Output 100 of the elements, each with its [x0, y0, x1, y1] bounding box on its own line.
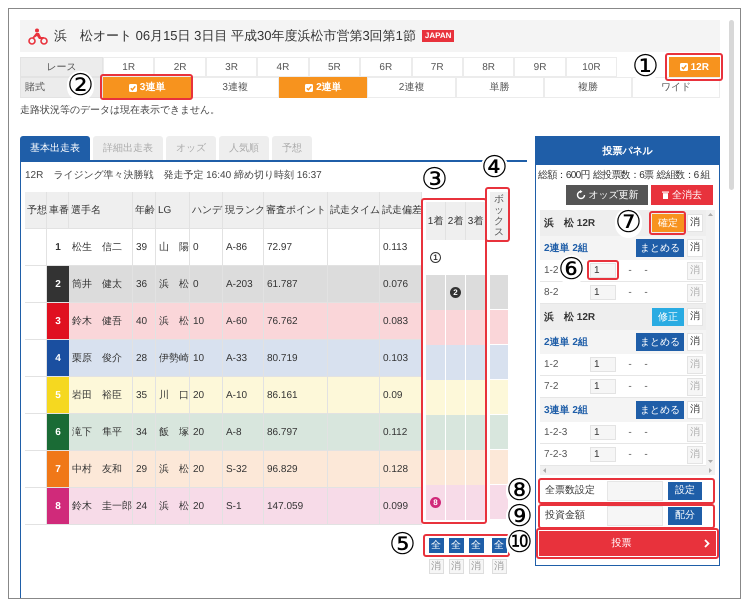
race-tab[interactable]: 1R	[103, 57, 154, 77]
table-cell	[446, 415, 466, 450]
scrollbar[interactable]	[706, 210, 715, 466]
bet-type-label: 3連単 2組	[544, 404, 588, 418]
scrollbar[interactable]	[729, 20, 734, 190]
table-cell: 72.97	[264, 229, 328, 266]
merge-button[interactable]: まとめる	[636, 401, 684, 419]
panel-title: 投票パネル	[536, 137, 719, 165]
amount-field[interactable]: 1	[590, 357, 616, 372]
bet-type-tab[interactable]: 3連複	[191, 77, 280, 98]
table-cell-text: -	[627, 380, 633, 394]
table-cell: 0	[190, 229, 223, 266]
scroll-up-icon[interactable]	[708, 213, 713, 216]
race-tab[interactable]: 5R	[308, 57, 360, 77]
scroll-right-icon[interactable]	[709, 468, 712, 473]
highlight-frame	[649, 211, 686, 235]
trash-icon	[662, 191, 669, 199]
select-all-button[interactable]: 全	[448, 538, 464, 553]
table-cell	[446, 380, 466, 415]
table-cell	[466, 380, 486, 415]
table-cell: 浜 松	[156, 266, 190, 303]
select-all-button[interactable]: 全	[492, 538, 506, 553]
summary-text: 総投票数：6票	[592, 168, 654, 182]
race-tab[interactable]: 7R	[412, 57, 463, 77]
race-tab[interactable]: 10R	[566, 57, 618, 77]
table-cell	[25, 340, 47, 377]
table-cell	[466, 345, 486, 380]
combination-text: 8-2	[544, 286, 558, 300]
amount-field[interactable]: 1	[590, 447, 616, 462]
pick-mark[interactable]: 8	[430, 497, 441, 508]
scroll-down-icon[interactable]	[708, 460, 713, 463]
table-cell	[25, 488, 47, 525]
table-cell: 76.762	[264, 303, 328, 340]
bet-type-tab[interactable]: 複勝	[544, 77, 632, 98]
scrollbar[interactable]	[540, 466, 715, 475]
bet-type-tab[interactable]: 2連複	[367, 77, 456, 98]
merge-button[interactable]: まとめる	[636, 239, 684, 257]
amount-field[interactable]: 1	[590, 379, 616, 394]
set-button[interactable]: 配分	[668, 506, 702, 524]
table-cell	[25, 451, 47, 488]
table-cell: 浜 松	[156, 488, 190, 525]
column-header: 年齢	[133, 192, 156, 229]
race-tab[interactable]: 4R	[257, 57, 309, 77]
clear-button[interactable]: 消	[687, 214, 703, 232]
race-tab[interactable]: 3R	[206, 57, 258, 77]
column-header: ボックス	[494, 194, 504, 238]
field-label: 全票数設定	[544, 484, 596, 498]
table-cell	[426, 310, 446, 345]
table-cell-text: -	[627, 426, 633, 440]
table-cell: 20	[190, 488, 223, 525]
table-cell	[490, 275, 508, 310]
table-cell	[446, 345, 466, 380]
input-field[interactable]	[607, 506, 663, 526]
table-cell-text: -	[627, 448, 633, 462]
clear-button[interactable]: 消	[687, 401, 703, 419]
table-cell	[426, 415, 446, 450]
refresh-odds-button[interactable]: オッズ更新	[566, 185, 648, 205]
amount-field[interactable]: 1	[590, 263, 616, 278]
table-cell: S-1	[223, 488, 264, 525]
amount-field[interactable]: 1	[590, 425, 616, 440]
car-number: 3	[47, 303, 69, 340]
column-header: 試走偏差	[380, 192, 422, 229]
table-cell: 35	[133, 377, 156, 414]
table-cell: 0	[190, 266, 223, 303]
pick-mark[interactable]: 2	[450, 287, 461, 298]
combination-text: 1-2-3	[544, 426, 568, 440]
pick-mark[interactable]: 1	[430, 252, 441, 263]
column-header: 1着	[426, 202, 446, 240]
clear-button[interactable]: 消	[687, 308, 703, 326]
table-cell: 滝下 隼平	[69, 414, 133, 451]
scroll-left-icon[interactable]	[543, 468, 546, 473]
select-all-button[interactable]: 全	[428, 538, 444, 553]
clear-button[interactable]: 消	[687, 333, 703, 351]
race-tab[interactable]: 8R	[462, 57, 514, 77]
vote-button[interactable]: 投票	[539, 531, 716, 556]
bet-type-tab[interactable]: 単勝	[456, 77, 544, 98]
clear-button[interactable]: 消	[687, 239, 703, 257]
table-cell-text: -	[643, 286, 649, 300]
merge-button[interactable]: まとめる	[636, 333, 684, 351]
input-field[interactable]	[607, 480, 663, 500]
table-cell	[426, 380, 446, 415]
race-tab[interactable]: 9R	[514, 57, 566, 77]
set-button[interactable]: 設定	[668, 482, 702, 500]
table-cell: 28	[133, 340, 156, 377]
table-cell-text: -	[643, 426, 649, 440]
column-header: 3着	[466, 202, 486, 240]
japan-badge: JAPAN	[422, 30, 454, 42]
clear-all-button[interactable]: 全消去	[651, 185, 713, 205]
table-cell: 浜 松	[156, 303, 190, 340]
highlight-frame	[587, 260, 619, 280]
venue-label: 浜 松 12R	[544, 216, 596, 230]
select-all-button[interactable]: 全	[468, 538, 484, 553]
refresh-icon	[576, 190, 586, 200]
table-cell: 鈴木 健吾	[69, 303, 133, 340]
race-tab[interactable]: 6R	[360, 57, 412, 77]
amount-field[interactable]: 1	[590, 285, 616, 300]
tab[interactable]: 基本出走表	[20, 136, 90, 160]
race-tab[interactable]: 2R	[154, 57, 206, 77]
table-cell: 0.103	[380, 340, 422, 377]
table-cell: A-60	[223, 303, 264, 340]
